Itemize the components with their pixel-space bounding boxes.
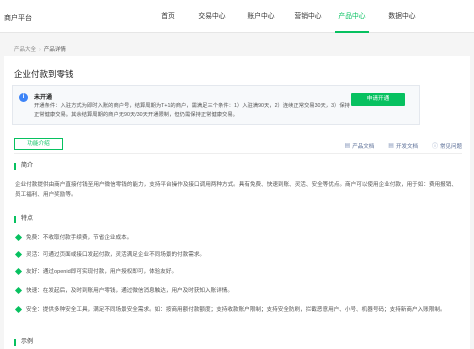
dev-doc-label: 开发文档 [395, 143, 418, 150]
faq-link[interactable]: ⓘ 常见问题 [431, 141, 462, 151]
feature-text: 快速：在发起后，及时到账用户零钱，通过微信消息触达，用户及时获知入账详情。 [26, 288, 233, 294]
product-detail-card: 企业付款到零钱 i 未开通 开通条件：入驻方式为即时入账的商户号，结算周期为T+… [4, 56, 470, 349]
bullet-icon [14, 286, 23, 295]
feature-text: 友好：通过openid即可实现付款，用户授权即可，体验友好。 [26, 269, 178, 275]
doc-links: ▤ 产品文档 ▤ 开发文档 ⓘ 常见问题 [345, 141, 462, 150]
product-doc-label: 产品文档 [352, 143, 375, 150]
breadcrumb-separator: › [39, 47, 41, 53]
brand-logo[interactable]: 商户平台 [4, 13, 32, 23]
status-box: i 未开通 开通条件：入驻方式为即时入账的商户号，结算周期为T+1的商户，需满足… [12, 85, 420, 125]
status-description: 开通条件：入驻方式为即时入账的商户号，结算周期为T+1的商户，需满足三个条件：1… [34, 103, 350, 118]
nav-product-center[interactable]: 产品中心 [335, 11, 369, 33]
feature-text: 免费：不收取付款手续费，节省企业成本。 [26, 235, 133, 241]
feature-text: 灵活：可通过页面或接口发起付款，灵活满足企业不同场景的付款需求。 [26, 252, 206, 258]
question-icon: ⓘ [431, 144, 438, 150]
section-heading-features: 特点 [14, 216, 33, 223]
divider [14, 153, 462, 154]
nav-account-center[interactable]: 账户中心 [241, 11, 281, 33]
section-heading-example: 示例 [14, 339, 33, 346]
dev-doc-link[interactable]: ▤ 开发文档 [388, 141, 418, 150]
feature-item: 友好：通过openid即可实现付款，用户授权即可，体验友好。 [14, 267, 460, 277]
bullet-icon [14, 305, 23, 314]
product-doc-link[interactable]: ▤ 产品文档 [345, 141, 375, 150]
breadcrumb-parent[interactable]: 产品大全 [14, 47, 36, 53]
breadcrumb-current: 产品详情 [43, 47, 66, 53]
bullet-icon [14, 250, 23, 259]
nav-marketing-center[interactable]: 营销中心 [288, 11, 328, 33]
section-heading-intro: 简介 [14, 163, 33, 170]
faq-label: 常见问题 [439, 143, 462, 150]
top-navigation: 商户平台 首页 交易中心 账户中心 营销中心 产品中心 数据中心 [0, 0, 474, 33]
nav-home[interactable]: 首页 [154, 11, 182, 33]
nav-trade-center[interactable]: 交易中心 [192, 11, 232, 33]
feature-text: 安全：提供多种安全工具，满足不同场景安全需求。如：按商用额付款额度；支持收款账户… [26, 307, 446, 313]
breadcrumb: 产品大全 › 产品详情 [14, 45, 66, 53]
feature-item: 安全：提供多种安全工具，满足不同场景安全需求。如：按商用额付款额度；支持收款账户… [14, 305, 460, 315]
page-title: 企业付款到零钱 [14, 69, 74, 79]
tab-function-intro[interactable]: 功能介绍 [14, 138, 63, 150]
document-icon: ▤ [344, 143, 351, 149]
info-icon: i [19, 93, 28, 102]
feature-item: 快速：在发起后，及时到账用户零钱，通过微信消息触达，用户及时获知入账详情。 [14, 286, 460, 296]
bullet-icon [14, 267, 23, 276]
code-icon: ▤ [388, 143, 394, 149]
apply-button[interactable]: 申请开通 [351, 93, 405, 106]
feature-item: 免费：不收取付款手续费，节省企业成本。 [14, 233, 460, 243]
feature-item: 灵活：可通过页面或接口发起付款，灵活满足企业不同场景的付款需求。 [14, 250, 460, 260]
bullet-icon [14, 233, 23, 242]
intro-text: 企业付款提供由商户直接付钱至用户微信零钱的能力，支持平台操作及接口调用两种方式。… [15, 182, 457, 198]
status-title: 未开通 [34, 95, 53, 101]
nav-data-center[interactable]: 数据中心 [382, 11, 422, 33]
